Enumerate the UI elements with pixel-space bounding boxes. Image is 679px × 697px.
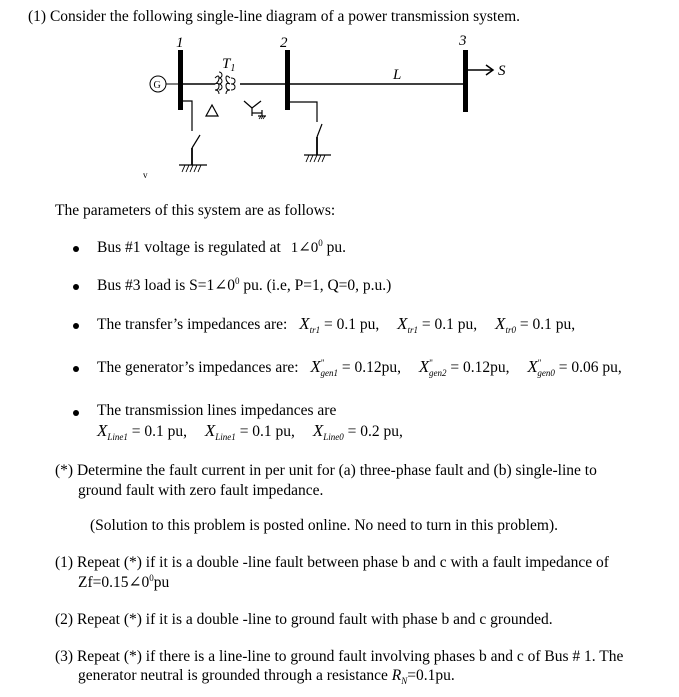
bullet-dot: [73, 323, 79, 329]
load-arrow-icon: [468, 64, 495, 76]
question-1-line1: (1) Repeat (*) if it is a double -line f…: [55, 554, 609, 571]
parameters-intro: The parameters of this system are as fol…: [55, 202, 336, 219]
bus-2-bar: [285, 50, 290, 110]
line-label: L: [392, 67, 401, 83]
bullet-line-impedances-values: XLine1 = 0.1 pu, XLine1 = 0.1 pu, XLine0…: [97, 421, 403, 442]
question-3-line1: (3) Repeat (*) if there is a line-line t…: [55, 648, 624, 665]
bullet-generator-impedances: The generator’s impedances are: X"gen1 =…: [97, 357, 622, 378]
bus-3-bar: [463, 50, 468, 112]
load-label: S: [498, 63, 506, 79]
question-3-line2: generator neutral is grounded through a …: [78, 667, 455, 686]
bullet-dot: [73, 284, 79, 290]
generator-icon: G: [149, 75, 181, 93]
transformer-label: T1: [222, 56, 235, 74]
stray-mark: v: [143, 170, 148, 180]
grounded-wye-icon: [243, 100, 266, 120]
bus-1-label: 1: [176, 35, 184, 51]
transformer-icon: [214, 71, 236, 95]
single-line-diagram: 1 2 3 G T1 L S v: [143, 33, 506, 180]
solution-note: (Solution to this problem is posted onli…: [90, 517, 558, 534]
star-question-line2: ground fault with zero fault impedance.: [78, 482, 324, 499]
bullet-dot: [73, 410, 79, 416]
question-1-line2: Zf=0.15∠00pu: [78, 573, 170, 592]
question-2: (2) Repeat (*) if it is a double -line t…: [55, 611, 553, 628]
delta-winding-icon: [204, 103, 220, 117]
bus-1-fault-switch-icon: [179, 100, 207, 173]
star-question-line1: (*) Determine the fault current in per u…: [55, 462, 597, 479]
bullet-transformer-impedances: The transfer’s impedances are: Xtr1 = 0.…: [97, 314, 576, 335]
bullet-dot: [73, 246, 79, 252]
bus-3-label: 3: [458, 33, 467, 49]
generator-label: G: [154, 80, 161, 91]
bullet-line-impedances-title: The transmission lines impedances are: [97, 402, 337, 419]
bus-1-bar: [178, 50, 183, 110]
bullet-bus1-voltage: Bus #1 voltage is regulated at 1∠00 pu.: [97, 238, 347, 257]
bullet-bus3-load: Bus #3 load is S=1∠00 pu. (i.e, P=1, Q=0…: [97, 276, 392, 295]
bus-2-fault-switch-icon: [290, 101, 331, 163]
bullet-dot: [73, 366, 79, 372]
bus-2-label: 2: [280, 35, 288, 51]
